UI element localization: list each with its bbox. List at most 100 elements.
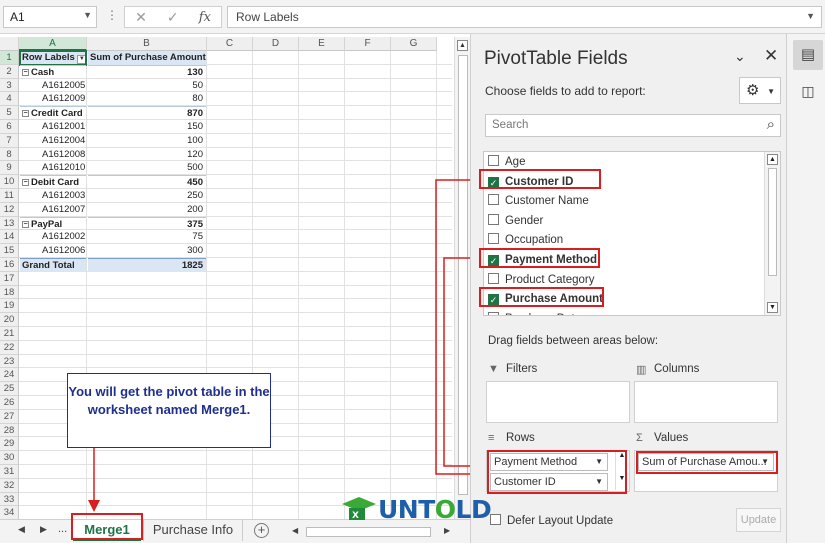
field-search-input[interactable]: Search ⌕ (485, 114, 781, 137)
pivot-item-value[interactable]: 75 (88, 230, 206, 244)
checkbox[interactable] (490, 514, 501, 525)
collapse-icon[interactable]: − (22, 179, 29, 187)
checkbox[interactable] (488, 311, 499, 315)
pivot-group-value[interactable]: 130 (88, 64, 206, 79)
collapse-icon[interactable]: − (22, 110, 29, 118)
row-header[interactable]: 21 (0, 327, 19, 341)
row-header[interactable]: 33 (0, 492, 19, 507)
row-header[interactable]: 13 (0, 216, 19, 231)
column-header-f[interactable]: F (345, 37, 391, 51)
row-header[interactable]: 3 (0, 78, 19, 93)
close-icon[interactable]: ✕ (764, 46, 778, 66)
pivot-grand-total-value[interactable]: 1825 (88, 258, 206, 272)
row-header[interactable]: 32 (0, 478, 19, 493)
scroll-thumb[interactable] (458, 55, 468, 495)
scroll-left-icon[interactable]: ◀ (292, 526, 298, 535)
field-list-toggle-icon[interactable]: ▤ (793, 40, 823, 70)
row-header[interactable]: 15 (0, 244, 19, 258)
row-header[interactable]: 9 (0, 161, 19, 176)
tab-ellipsis[interactable]: ... (58, 523, 67, 535)
scroll-up-icon[interactable]: ▲ (767, 154, 778, 165)
column-header-d[interactable]: D (253, 37, 299, 51)
row-header[interactable]: 23 (0, 354, 19, 369)
pivot-group-value[interactable]: 870 (88, 106, 206, 120)
pivot-item-value[interactable]: 50 (88, 79, 206, 93)
field-item-customer-name[interactable]: Customer Name (488, 192, 589, 211)
row-header[interactable]: 24 (0, 368, 19, 383)
columns-drop-zone[interactable] (634, 381, 778, 423)
pivot-header-values[interactable]: Sum of Purchase Amount (88, 51, 206, 65)
pivot-group-label[interactable]: − Credit Card (20, 106, 86, 120)
pivot-group-label[interactable]: − PayPal (20, 216, 86, 231)
row-header[interactable]: 20 (0, 313, 19, 327)
pivot-item-label[interactable]: A1612002 (20, 230, 86, 244)
horizontal-scrollbar[interactable]: ◀ ▶ (292, 526, 457, 538)
column-header-c[interactable]: C (207, 37, 253, 51)
filter-dropdown-icon[interactable]: ▼ (76, 55, 86, 64)
add-sheet-button[interactable]: + (254, 523, 269, 538)
checkbox[interactable] (488, 233, 499, 245)
filters-area[interactable]: ▼ Filters (486, 363, 630, 423)
gear-icon[interactable]: ⚙ ▼ (739, 77, 781, 104)
pivot-item-label[interactable]: A1612007 (20, 203, 86, 217)
checkbox[interactable] (488, 194, 499, 206)
pivot-item-value[interactable]: 250 (88, 189, 206, 203)
column-header-a[interactable]: A (19, 37, 87, 51)
insert-function-icon[interactable]: fx (199, 10, 211, 25)
tab-prev-icon[interactable]: ◀ (18, 524, 25, 535)
column-header-e[interactable]: E (299, 37, 345, 51)
collapse-icon[interactable]: − (22, 220, 29, 228)
row-header[interactable]: 8 (0, 147, 19, 162)
filters-drop-zone[interactable] (486, 381, 630, 423)
pivot-item-value[interactable]: 80 (88, 92, 206, 106)
pivot-item-label[interactable]: A1612010 (20, 161, 86, 175)
field-list-scrollbar[interactable]: ▲ ▼ (764, 152, 780, 315)
row-header[interactable]: 17 (0, 271, 19, 286)
checkbox[interactable] (488, 213, 499, 225)
pivot-group-value[interactable]: 450 (88, 175, 206, 189)
formula-input[interactable]: Row Labels ▼ (227, 6, 822, 28)
pivot-item-label[interactable]: A1612006 (20, 244, 86, 258)
search-icon[interactable]: ⌕ (767, 116, 775, 133)
row-header[interactable]: 4 (0, 92, 19, 107)
row-header[interactable]: 10 (0, 175, 19, 189)
column-header-b[interactable]: B (87, 37, 207, 51)
pivot-header-row-labels[interactable]: Row Labels ▼ (19, 50, 87, 66)
scroll-thumb[interactable] (768, 168, 777, 276)
pivot-item-value[interactable]: 150 (88, 120, 206, 134)
row-header[interactable]: 22 (0, 340, 19, 355)
pivot-item-value[interactable]: 500 (88, 161, 206, 175)
pivot-group-value[interactable]: 375 (88, 216, 206, 231)
expand-formula-icon[interactable]: ▼ (806, 11, 815, 21)
scroll-right-icon[interactable]: ▶ (444, 526, 450, 535)
pivot-item-label[interactable]: A1612005 (20, 79, 86, 93)
tab-next-icon[interactable]: ▶ (40, 524, 47, 535)
vertical-scrollbar[interactable]: ▲ (454, 37, 470, 519)
row-header[interactable]: 6 (0, 120, 19, 134)
row-header[interactable]: 26 (0, 396, 19, 410)
row-header[interactable]: 29 (0, 437, 19, 452)
cancel-icon[interactable]: ✕ (135, 9, 147, 26)
column-header-g[interactable]: G (391, 37, 437, 51)
pivot-grand-total-label[interactable]: Grand Total (20, 258, 86, 272)
row-header[interactable]: 12 (0, 202, 19, 217)
pivot-item-label[interactable]: A1612008 (20, 148, 86, 162)
pivot-item-label[interactable]: A1612001 (20, 120, 86, 134)
row-header[interactable]: 34 (0, 506, 19, 519)
chevron-down-icon[interactable]: ▼ (83, 10, 92, 20)
pivot-item-value[interactable]: 200 (88, 203, 206, 217)
scroll-up-icon[interactable]: ▲ (457, 40, 468, 51)
row-header[interactable]: 31 (0, 465, 19, 479)
checkbox[interactable] (488, 272, 499, 284)
row-header[interactable]: 30 (0, 451, 19, 465)
row-header[interactable]: 27 (0, 409, 19, 424)
hscroll-thumb[interactable] (306, 527, 431, 537)
row-header[interactable]: 25 (0, 382, 19, 396)
tab-purchase-info[interactable]: Purchase Info (143, 520, 243, 541)
pivot-item-value[interactable]: 120 (88, 148, 206, 162)
defer-layout-checkbox[interactable]: Defer Layout Update (490, 514, 613, 527)
pivot-group-label[interactable]: − Cash (20, 64, 86, 79)
row-header[interactable]: 2 (0, 64, 19, 79)
name-box[interactable]: A1 ▼ (3, 6, 97, 28)
pivot-item-label[interactable]: A1612004 (20, 134, 86, 148)
